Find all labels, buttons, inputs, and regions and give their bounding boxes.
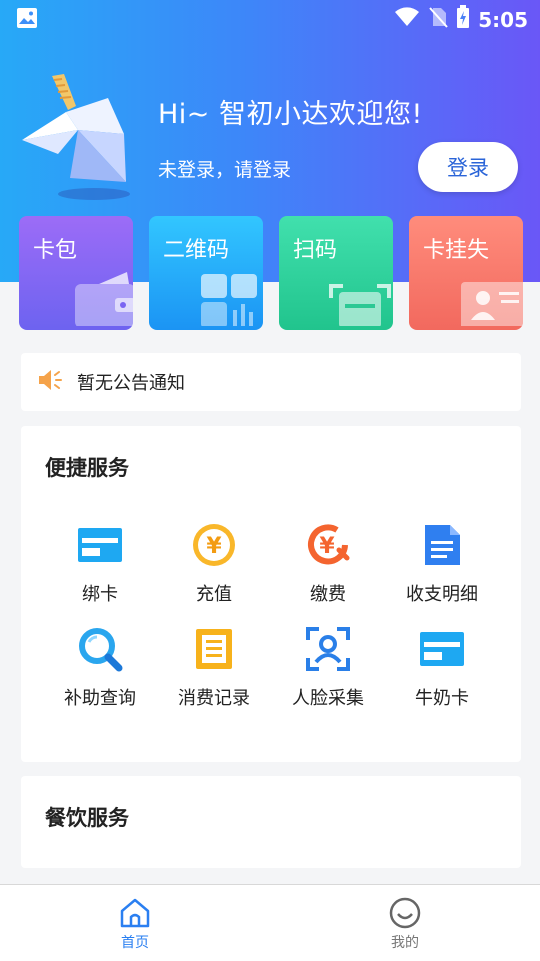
home-icon bbox=[118, 896, 152, 930]
id-card-icon bbox=[459, 280, 523, 330]
login-hint[interactable]: 未登录，请登录 bbox=[158, 155, 291, 182]
service-label: 人脸采集 bbox=[292, 688, 364, 709]
qr-code-icon bbox=[195, 270, 263, 330]
service-milk-card[interactable]: 牛奶卡 bbox=[385, 626, 499, 718]
wifi-icon bbox=[394, 6, 420, 33]
service-face-capture[interactable]: 人脸采集 bbox=[271, 626, 385, 718]
service-label: 绑卡 bbox=[82, 584, 118, 605]
qr-code-label: 二维码 bbox=[163, 238, 230, 263]
tab-home[interactable]: 首页 bbox=[0, 885, 270, 961]
service-label: 缴费 bbox=[310, 584, 346, 605]
welcome-greeting: Hi~ 智初小达欢迎您! bbox=[158, 99, 423, 130]
service-label: 补助查询 bbox=[64, 688, 136, 709]
svg-text:¥: ¥ bbox=[206, 534, 222, 559]
svg-text:¥: ¥ bbox=[319, 534, 335, 559]
announcement-text: 暂无公告通知 bbox=[77, 373, 185, 394]
scan-label: 扫码 bbox=[293, 238, 338, 263]
service-label: 消费记录 bbox=[178, 688, 250, 709]
service-label: 充值 bbox=[196, 584, 232, 605]
scan-tile[interactable]: 扫码 bbox=[279, 216, 393, 330]
status-bar: 5:05 bbox=[0, 0, 540, 36]
scan-icon bbox=[327, 280, 393, 330]
login-button[interactable]: 登录 bbox=[418, 142, 518, 192]
bottom-tab-bar: 首页 我的 bbox=[0, 884, 540, 961]
bank-card-icon bbox=[77, 522, 123, 568]
convenient-services-title: 便捷服务 bbox=[45, 456, 129, 480]
announcement-bar[interactable]: 暂无公告通知 bbox=[21, 353, 521, 411]
qr-code-tile[interactable]: 二维码 bbox=[149, 216, 263, 330]
tab-mine[interactable]: 我的 bbox=[270, 885, 540, 961]
service-income-expense[interactable]: 收支明细 bbox=[385, 522, 499, 614]
wallet-icon bbox=[71, 270, 133, 330]
tab-home-label: 首页 bbox=[121, 935, 149, 951]
gallery-notification-icon bbox=[16, 7, 38, 34]
payment-icon: ¥ bbox=[305, 522, 351, 568]
card-wallet-label: 卡包 bbox=[33, 238, 78, 263]
card-wallet-tile[interactable]: 卡包 bbox=[19, 216, 133, 330]
no-sim-icon bbox=[428, 6, 448, 33]
document-icon bbox=[419, 522, 465, 568]
service-recharge[interactable]: ¥ 充值 bbox=[157, 522, 271, 614]
service-subsidy-query[interactable]: 补助查询 bbox=[43, 626, 157, 718]
service-bind-card[interactable]: 绑卡 bbox=[43, 522, 157, 614]
card-loss-label: 卡挂失 bbox=[423, 238, 490, 263]
face-scan-icon bbox=[305, 626, 351, 672]
service-label: 牛奶卡 bbox=[415, 688, 469, 709]
tab-mine-label: 我的 bbox=[391, 935, 419, 951]
card-loss-report-tile[interactable]: 卡挂失 bbox=[409, 216, 523, 330]
service-payment[interactable]: ¥ 缴费 bbox=[271, 522, 385, 614]
service-consumption-record[interactable]: 消费记录 bbox=[157, 626, 271, 718]
milk-card-icon bbox=[419, 626, 465, 672]
speaker-icon bbox=[37, 367, 63, 397]
search-icon bbox=[77, 626, 123, 672]
dining-services-panel: 餐饮服务 bbox=[21, 776, 521, 868]
dining-services-title: 餐饮服务 bbox=[45, 806, 129, 830]
battery-icon bbox=[456, 5, 470, 34]
quick-action-cards: 卡包 二维码 扫码 卡挂失 bbox=[19, 216, 523, 330]
convenient-services-panel: 便捷服务 绑卡 ¥ 充值 ¥ 缴费 收支明细 补助查询 消费记录 人脸采集 牛奶… bbox=[21, 426, 521, 762]
yuan-coin-icon: ¥ bbox=[191, 522, 237, 568]
service-label: 收支明细 bbox=[406, 584, 478, 605]
receipt-icon bbox=[191, 626, 237, 672]
unicorn-logo bbox=[18, 70, 138, 200]
smiley-icon bbox=[388, 896, 422, 930]
status-time: 5:05 bbox=[478, 7, 528, 32]
